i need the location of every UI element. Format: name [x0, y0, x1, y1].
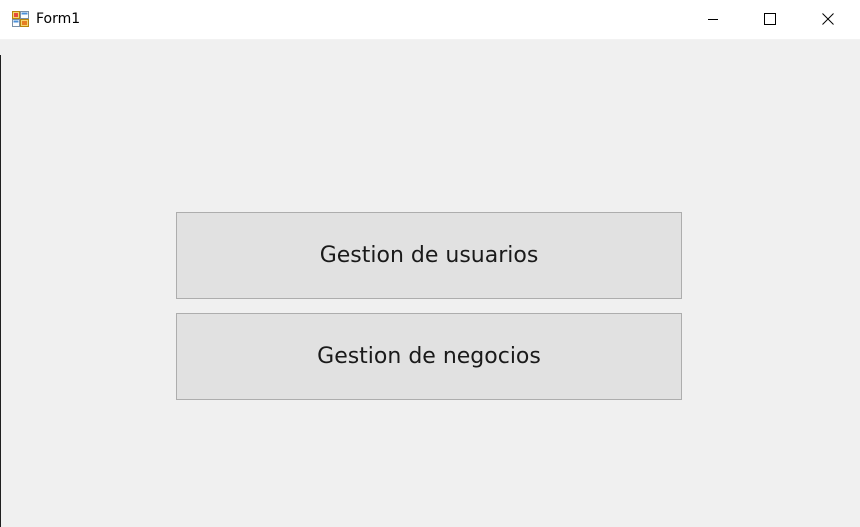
gestion-usuarios-label: Gestion de usuarios — [319, 243, 539, 268]
minimize-button[interactable] — [684, 0, 742, 39]
app-icon — [12, 11, 29, 27]
gestion-negocios-button[interactable]: Gestion de negocios — [176, 313, 682, 400]
maximize-button[interactable] — [741, 0, 799, 39]
close-button[interactable] — [799, 0, 857, 39]
window-edge-divider — [0, 55, 1, 527]
minimize-icon — [707, 10, 719, 29]
close-icon — [822, 10, 834, 29]
form1-window: Form1 Gestion de usuarios Gestion de neg… — [0, 0, 860, 527]
maximize-icon — [764, 10, 776, 29]
gestion-negocios-label: Gestion de negocios — [317, 344, 541, 369]
title-bar[interactable]: Form1 — [0, 0, 860, 40]
window-title: Form1 — [36, 11, 81, 27]
gestion-usuarios-button[interactable]: Gestion de usuarios — [176, 212, 682, 299]
